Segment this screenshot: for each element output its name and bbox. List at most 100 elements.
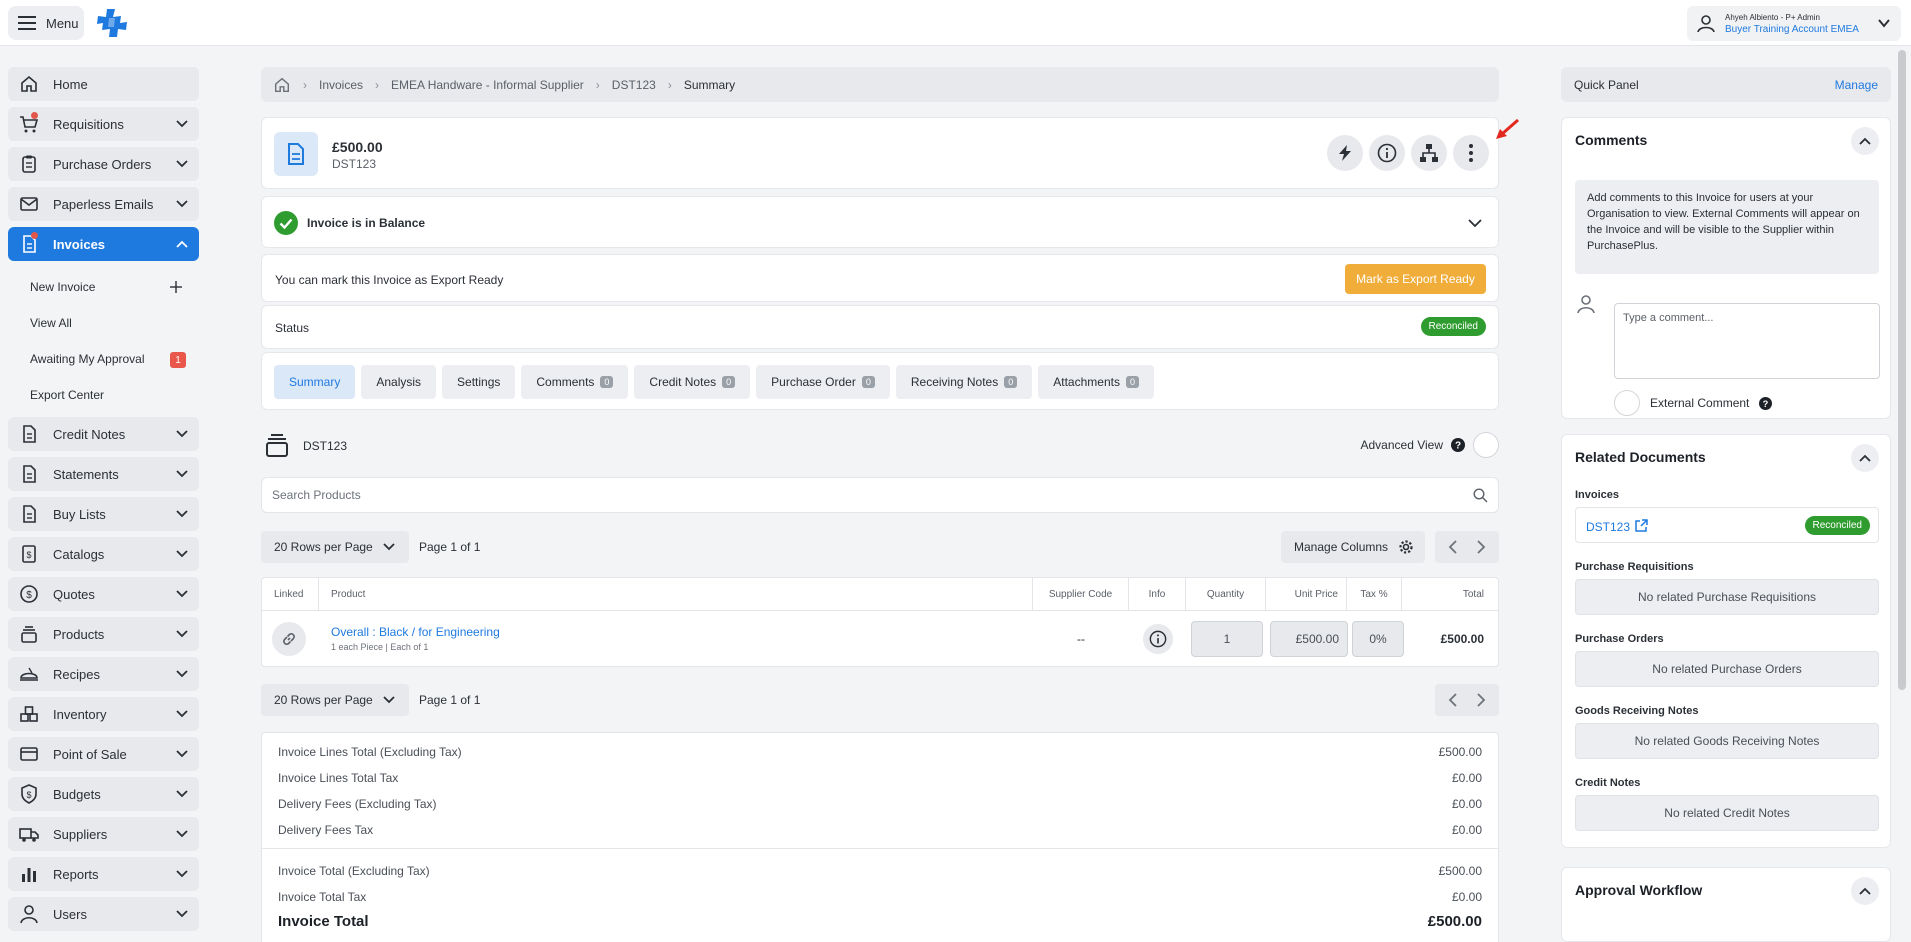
chevron-down-icon xyxy=(176,670,188,678)
tab-count: 0 xyxy=(861,376,875,388)
user-icon xyxy=(20,905,38,924)
sidebar-item-paperless-emails[interactable]: Paperless Emails xyxy=(8,187,199,221)
svg-text:$: $ xyxy=(26,790,31,800)
manage-link[interactable]: Manage xyxy=(1835,78,1878,92)
sub-item-label: Awaiting My Approval xyxy=(30,352,145,366)
tab-attachments[interactable]: Attachments 0 xyxy=(1038,365,1154,399)
totals-label: Delivery Fees (Excluding Tax) xyxy=(278,797,437,811)
sidebar-item-products[interactable]: Products xyxy=(8,617,199,651)
sidebar-item-users[interactable]: Users xyxy=(8,897,199,931)
breadcrumb-invoices[interactable]: Invoices xyxy=(319,78,363,92)
sidebar-sub-view-all[interactable]: View All xyxy=(8,305,199,341)
rows-per-page-select[interactable]: 20 Rows per Page xyxy=(261,684,409,716)
sidebar-item-requisitions[interactable]: Requisitions xyxy=(8,107,199,141)
help-icon[interactable]: ? xyxy=(1451,438,1465,452)
tab-receiving-notes[interactable]: Receiving Notes 0 xyxy=(895,365,1033,399)
tab-credit-notes[interactable]: Credit Notes 0 xyxy=(634,365,751,399)
sidebar-item-invoices[interactable]: Invoices xyxy=(8,227,199,261)
document-icon xyxy=(23,465,36,483)
sidebar-item-credit-notes[interactable]: Credit Notes xyxy=(8,417,199,451)
search-icon[interactable] xyxy=(1473,488,1488,503)
search-input[interactable] xyxy=(262,478,1442,512)
sidebar-item-quotes[interactable]: $ Quotes xyxy=(8,577,199,611)
sidebar-item-recipes[interactable]: Recipes xyxy=(8,657,199,691)
collapse-related-button[interactable] xyxy=(1851,444,1879,472)
quantity-cell: 1 xyxy=(1191,611,1263,666)
menu-button[interactable]: Menu xyxy=(8,6,84,40)
rows-per-page-label: 20 Rows per Page xyxy=(274,693,373,707)
help-icon[interactable]: ? xyxy=(1759,396,1773,410)
tab-settings[interactable]: Settings xyxy=(442,365,516,399)
advanced-view-toggle[interactable] xyxy=(1473,432,1499,458)
chevron-down-icon[interactable] xyxy=(1468,217,1482,229)
tab-purchase-order[interactable]: Purchase Order 0 xyxy=(756,365,890,399)
external-link-icon[interactable] xyxy=(1635,519,1648,532)
related-invoice-status: Reconciled xyxy=(1804,516,1870,535)
tab-summary[interactable]: Summary xyxy=(274,365,356,399)
sidebar-item-suppliers[interactable]: Suppliers xyxy=(8,817,199,851)
hierarchy-button[interactable] xyxy=(1411,135,1447,171)
user-menu[interactable]: Ahyeh Albiento - P+ Admin Buyer Training… xyxy=(1687,6,1901,41)
svg-text:?: ? xyxy=(1455,441,1461,452)
sidebar-item-budgets[interactable]: $ Budgets xyxy=(8,777,199,811)
kebab-icon xyxy=(1469,144,1473,162)
sidebar-sub-new-invoice[interactable]: New Invoice xyxy=(8,269,199,305)
main-content: › Invoices › EMEA Handware - Informal Su… xyxy=(261,67,1499,942)
sidebar-item-catalogs[interactable]: $ Catalogs xyxy=(8,537,199,571)
product-info-button[interactable] xyxy=(1142,623,1173,654)
catalog-icon: $ xyxy=(22,545,36,563)
next-page-button[interactable] xyxy=(1463,531,1499,563)
chevron-up-icon xyxy=(176,240,188,248)
more-options-button[interactable] xyxy=(1453,135,1489,171)
scrollbar[interactable] xyxy=(1898,50,1906,690)
sidebar-item-statements[interactable]: Statements xyxy=(8,457,199,491)
balance-card[interactable]: Invoice is in Balance xyxy=(261,196,1499,248)
sidebar-item-buy-lists[interactable]: Buy Lists xyxy=(8,497,199,531)
external-comment-checkbox[interactable] xyxy=(1614,390,1640,416)
tab-analysis[interactable]: Analysis xyxy=(361,365,437,399)
tab-label: Analysis xyxy=(376,375,422,389)
sidebar-sub-awaiting-approval[interactable]: Awaiting My Approval 1 xyxy=(8,341,199,377)
breadcrumb-supplier[interactable]: EMEA Handware - Informal Supplier xyxy=(391,78,584,92)
document-icon xyxy=(23,425,36,443)
totals-label: Invoice Total (Excluding Tax) xyxy=(278,864,430,878)
home-icon[interactable] xyxy=(273,76,291,94)
sidebar-item-home[interactable]: Home xyxy=(8,67,199,101)
rows-per-page-select[interactable]: 20 Rows per Page xyxy=(261,531,409,563)
sidebar-item-purchase-orders[interactable]: Purchase Orders xyxy=(8,147,199,181)
unit-price-input[interactable]: £500.00 xyxy=(1270,620,1348,657)
user-name: Ahyeh Albiento - P+ Admin xyxy=(1725,12,1820,22)
sidebar-item-label: Inventory xyxy=(53,706,107,722)
link-button[interactable] xyxy=(272,621,306,656)
manage-columns-button[interactable]: Manage Columns xyxy=(1281,531,1425,563)
related-documents-title: Related Documents xyxy=(1575,449,1706,465)
quantity-input[interactable]: 1 xyxy=(1191,620,1263,657)
totals-value: £500.00 xyxy=(1427,913,1482,930)
sidebar-item-label: Requisitions xyxy=(53,116,124,132)
collapse-approval-button[interactable] xyxy=(1851,877,1879,905)
user-icon xyxy=(1697,14,1715,32)
collapse-comments-button[interactable] xyxy=(1851,127,1879,155)
mark-export-ready-button[interactable]: Mark as Export Ready xyxy=(1345,264,1486,294)
chevron-down-icon xyxy=(383,696,395,704)
app-logo[interactable] xyxy=(96,8,128,38)
tab-label: Summary xyxy=(289,375,341,389)
sidebar-item-inventory[interactable]: Inventory xyxy=(8,697,199,731)
stack-icon xyxy=(21,626,37,643)
comment-textarea[interactable] xyxy=(1615,304,1879,378)
column-header-linked: Linked xyxy=(262,578,319,610)
actions-lightning-button[interactable] xyxy=(1327,135,1363,171)
info-button[interactable] xyxy=(1369,135,1405,171)
product-link[interactable]: Overall : Black / for Engineering xyxy=(331,625,500,639)
sidebar-item-reports[interactable]: Reports xyxy=(8,857,199,891)
sidebar-item-point-of-sale[interactable]: Point of Sale xyxy=(8,737,199,771)
breadcrumb-document[interactable]: DST123 xyxy=(612,78,656,92)
next-page-button[interactable] xyxy=(1463,684,1499,716)
related-invoice-link[interactable]: DST123 xyxy=(1586,520,1630,534)
count-badge: 1 xyxy=(170,352,186,368)
product-cell: Overall : Black / for Engineering 1 each… xyxy=(331,611,500,666)
tab-comments[interactable]: Comments 0 xyxy=(521,365,629,399)
tax-input[interactable]: 0% xyxy=(1352,620,1404,657)
plus-icon[interactable] xyxy=(169,280,183,294)
sidebar-sub-export-center[interactable]: Export Center xyxy=(8,377,199,413)
